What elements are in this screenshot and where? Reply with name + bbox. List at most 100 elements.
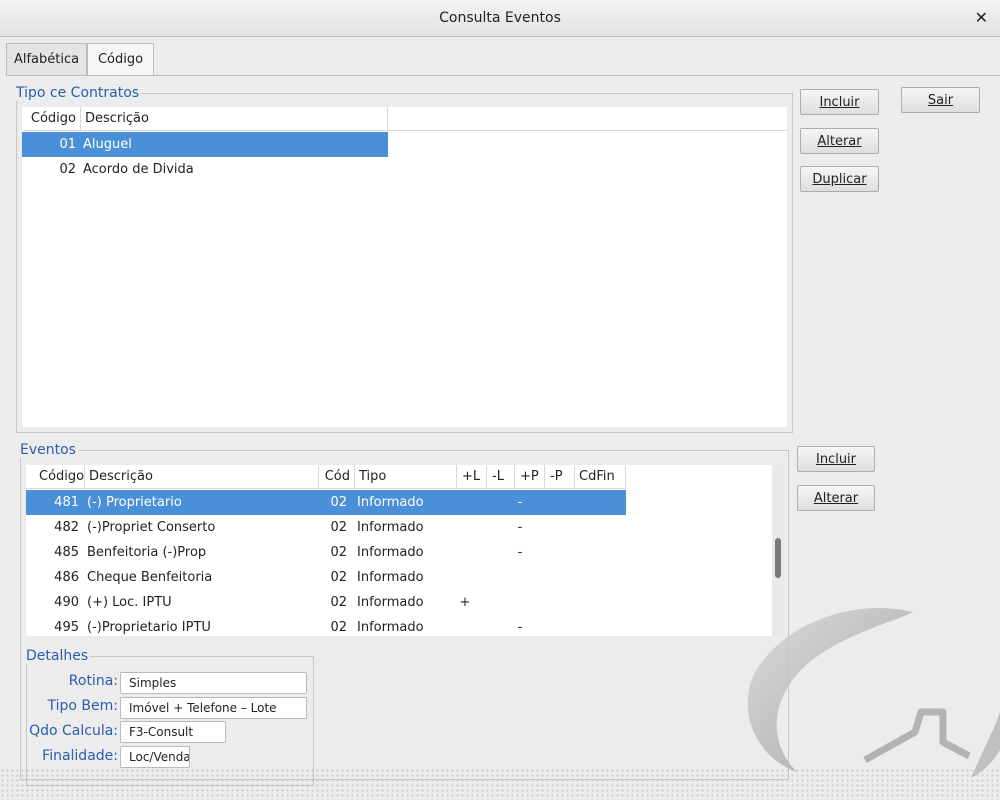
contracts-header: Código Descrição — [22, 107, 787, 131]
event-code: 495 — [54, 620, 79, 635]
event-desc: Cheque Benfeitoria — [87, 570, 213, 585]
tab-codigo-label: Código — [97, 52, 144, 67]
contracts-col-descricao[interactable]: Descrição — [81, 107, 388, 131]
table-row[interactable]: 490 (+) Loc. IPTU 02 Informado + — [26, 590, 626, 615]
event-cod: 02 — [330, 570, 347, 585]
event-minus-p — [545, 540, 561, 565]
event-desc: (+) Loc. IPTU — [87, 595, 172, 610]
contracts-col-codigo[interactable]: Código — [22, 107, 81, 131]
events-legend: Eventos — [20, 442, 78, 458]
event-desc: (-) Proprietario — [87, 495, 182, 510]
event-code: 485 — [54, 545, 79, 560]
events-list[interactable]: Código Descrição Cód Tipo +L -L +P -P Cd… — [26, 465, 772, 636]
event-code: 486 — [54, 570, 79, 585]
event-plus-l — [457, 540, 473, 565]
crescent-logo — [747, 608, 1000, 778]
event-cod: 02 — [330, 595, 347, 610]
event-minus-l — [487, 515, 503, 540]
event-plus-l: + — [459, 595, 471, 610]
rotina-field: Simples — [120, 672, 307, 694]
details-legend: Detalhes — [26, 648, 91, 664]
event-desc: Benfeitoria (-)Prop — [87, 545, 207, 560]
events-alter-button[interactable]: Alterar — [797, 485, 875, 511]
title-bar: Consulta Eventos ✕ — [0, 0, 1000, 37]
event-cdfin — [575, 615, 626, 636]
event-cod: 02 — [330, 620, 347, 635]
finalidade-label: Finalidade: — [42, 748, 118, 764]
event-minus-l — [487, 490, 503, 515]
event-plus-p — [512, 590, 528, 615]
table-row[interactable]: 01 Aluguel — [22, 132, 388, 157]
event-tipo: Informado — [357, 520, 424, 535]
tipobem-label: Tipo Bem: — [47, 698, 119, 714]
event-code: 481 — [54, 495, 79, 510]
rotina-label: Rotina: — [68, 673, 118, 689]
event-tipo: Informado — [357, 495, 424, 510]
contracts-legend: Tipo ce Contratos — [16, 85, 142, 101]
event-tipo: Informado — [357, 595, 424, 610]
table-row[interactable]: 485 Benfeitoria (-)Prop 02 Informado - — [26, 540, 626, 565]
events-col-plus-p[interactable]: +P — [515, 465, 545, 489]
event-minus-l — [487, 540, 503, 565]
events-col-cdfin[interactable]: CdFin — [575, 465, 626, 489]
event-cdfin — [575, 590, 626, 615]
qdo-calcula-label: Qdo Calcula: — [29, 723, 118, 739]
event-plus-l — [457, 490, 473, 515]
events-col-cod[interactable]: Cód — [319, 465, 355, 489]
events-col-tipo[interactable]: Tipo — [355, 465, 457, 489]
event-cdfin — [575, 540, 626, 565]
table-row[interactable]: 02 Acordo de Divida — [22, 157, 388, 182]
events-col-minus-l[interactable]: -L — [487, 465, 515, 489]
tipobem-field: Imóvel + Telefone – Lote — [120, 697, 307, 719]
event-minus-l — [487, 615, 503, 636]
contracts-list[interactable]: Código Descrição 01 Aluguel 02 Acordo de… — [22, 107, 787, 427]
table-row[interactable]: 481 (-) Proprietario 02 Informado - — [26, 490, 626, 515]
events-header: Código Descrição Cód Tipo +L -L +P -P Cd… — [26, 465, 626, 489]
event-tipo: Informado — [357, 570, 424, 585]
exit-button[interactable]: Sair — [901, 87, 980, 113]
event-plus-p: - — [517, 495, 523, 510]
event-code: 482 — [54, 520, 79, 535]
contract-code: 01 — [59, 137, 76, 152]
event-plus-p: - — [517, 620, 523, 635]
table-row[interactable]: 486 Cheque Benfeitoria 02 Informado — [26, 565, 626, 590]
event-cod: 02 — [330, 495, 347, 510]
contracts-alter-button[interactable]: Alterar — [800, 128, 879, 154]
finalidade-field: Loc/Venda — [120, 746, 190, 768]
window-title: Consulta Eventos — [439, 10, 561, 26]
table-row[interactable]: 495 (-)Proprietario IPTU 02 Informado - — [26, 615, 626, 636]
event-plus-l — [457, 565, 473, 590]
event-minus-l — [487, 565, 503, 590]
event-minus-l — [487, 590, 503, 615]
event-tipo: Informado — [357, 545, 424, 560]
event-minus-p — [545, 590, 561, 615]
events-col-plus-l[interactable]: +L — [457, 465, 487, 489]
events-include-button[interactable]: Incluir — [797, 446, 875, 472]
close-icon[interactable]: ✕ — [975, 8, 988, 27]
event-tipo: Informado — [357, 620, 424, 635]
contracts-include-button[interactable]: Incluir — [800, 89, 879, 115]
events-col-codigo[interactable]: Código — [26, 465, 85, 489]
event-minus-p — [545, 515, 561, 540]
event-plus-l — [457, 515, 473, 540]
event-plus-l — [457, 615, 473, 636]
event-cod: 02 — [330, 520, 347, 535]
tab-alfabetica-label: Alfabética — [13, 52, 80, 67]
events-scrollbar-thumb[interactable] — [775, 538, 781, 578]
table-row[interactable]: 482 (-)Propriet Conserto 02 Informado - — [26, 515, 626, 540]
event-desc: (-)Propriet Conserto — [87, 520, 216, 535]
qdo-calcula-field: F3-Consult — [120, 721, 226, 743]
event-desc: (-)Proprietario IPTU — [87, 620, 211, 635]
tab-codigo[interactable]: Código — [87, 43, 154, 77]
event-plus-p — [512, 565, 528, 590]
events-col-descricao[interactable]: Descrição — [85, 465, 319, 489]
event-minus-p — [545, 490, 561, 515]
events-col-minus-p[interactable]: -P — [545, 465, 575, 489]
contracts-duplicate-button[interactable]: Duplicar — [800, 166, 879, 192]
event-cdfin — [575, 565, 626, 590]
tab-alfabetica[interactable]: Alfabética — [6, 43, 87, 76]
contract-desc: Aluguel — [83, 137, 132, 152]
event-cdfin — [575, 490, 626, 515]
bottom-strip — [0, 768, 1000, 800]
contract-desc: Acordo de Divida — [83, 162, 194, 177]
